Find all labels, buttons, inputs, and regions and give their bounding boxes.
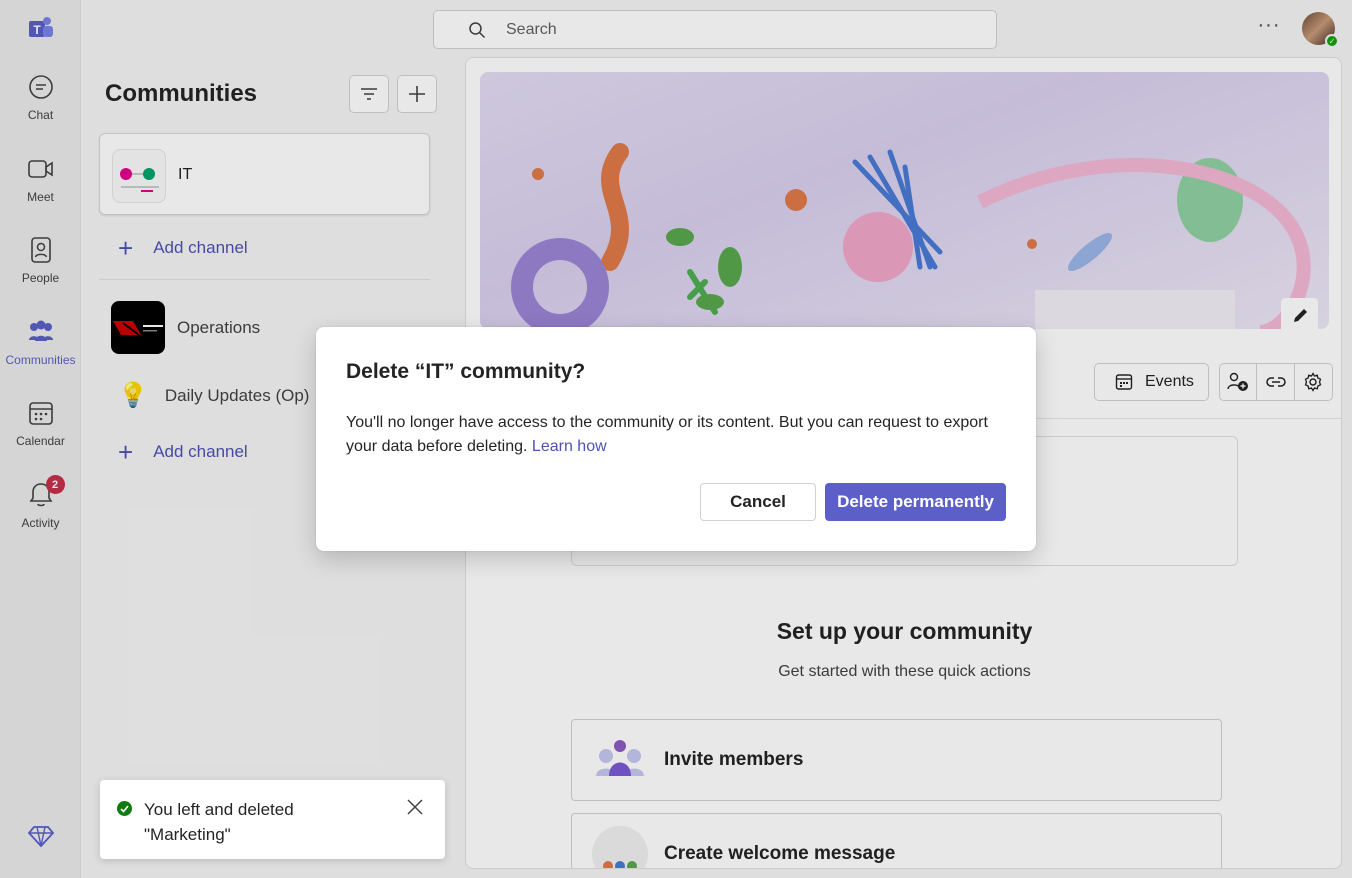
success-check-icon: [117, 801, 132, 816]
learn-how-link[interactable]: Learn how: [532, 438, 607, 455]
dialog-title: Delete “IT” community?: [346, 360, 586, 383]
close-icon[interactable]: [406, 798, 424, 816]
dialog-message: You'll no longer have access to the comm…: [346, 414, 988, 455]
dialog-body: You'll no longer have access to the comm…: [346, 411, 1006, 459]
toast-message: You left and deleted "Marketing": [144, 800, 294, 844]
delete-permanently-button[interactable]: Delete permanently: [825, 483, 1006, 521]
cancel-button[interactable]: Cancel: [700, 483, 816, 521]
delete-community-dialog: Delete “IT” community? You'll no longer …: [316, 327, 1036, 551]
toast-notification: You left and deleted "Marketing": [100, 780, 445, 859]
